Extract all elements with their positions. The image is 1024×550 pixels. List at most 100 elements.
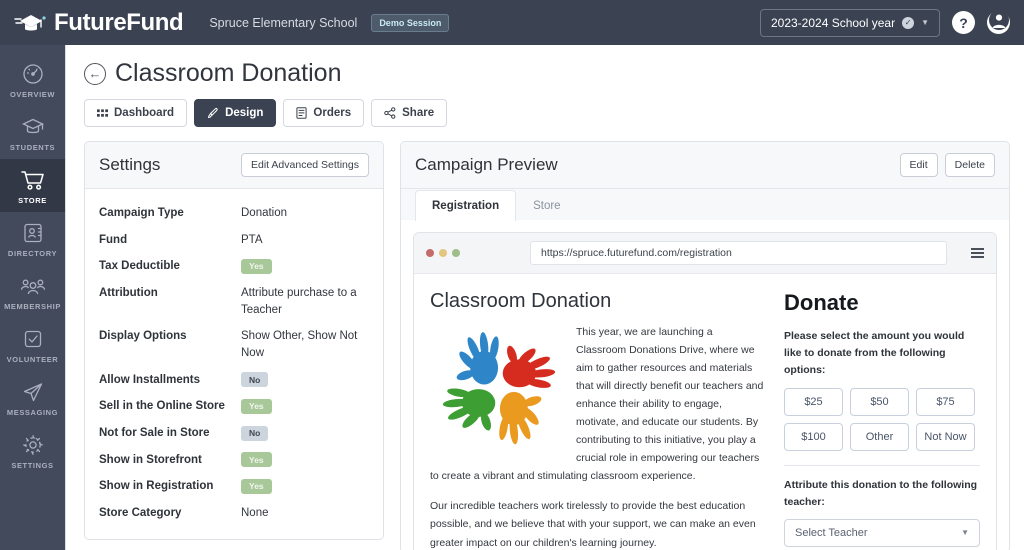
sidebar-item-settings[interactable]: SETTINGS <box>0 424 65 477</box>
close-dot-icon <box>426 249 434 257</box>
check-icon: ✓ <box>902 16 915 29</box>
browser-mockup: https://spruce.futurefund.com/registrati… <box>413 232 997 550</box>
setting-row: Not for Sale in Store No <box>99 420 369 447</box>
chevron-down-icon: ▼ <box>961 528 969 538</box>
setting-label: Display Options <box>99 330 187 343</box>
sidebar-item-students[interactable]: STUDENTS <box>0 106 65 159</box>
list-icon <box>296 107 308 119</box>
amount-option-other[interactable]: Other <box>850 423 909 452</box>
setting-row: Campaign Type Donation <box>99 200 369 227</box>
tab-dashboard[interactable]: Dashboard <box>84 99 188 127</box>
school-name: Spruce Elementary School <box>209 15 358 30</box>
setting-label: Not for Sale in Store <box>99 427 210 440</box>
page-title: Classroom Donation <box>115 59 342 87</box>
sidebar-item-messaging[interactable]: MESSAGING <box>0 371 65 424</box>
settings-title: Settings <box>99 155 161 174</box>
arrow-left-circle-icon[interactable]: ← <box>84 62 106 85</box>
campaign-title: Classroom Donation <box>430 290 612 312</box>
tab-label: Dashboard <box>114 107 175 119</box>
share-icon <box>384 107 396 119</box>
campaign-paragraph-2: Our incredible teachers work tirelessly … <box>430 500 756 549</box>
tab-label: Orders <box>313 107 352 119</box>
maximize-dot-icon <box>452 249 460 257</box>
donation-amount-options: $25 $50 $75 $100 Other Not Now <box>784 388 980 452</box>
help-button[interactable]: ? <box>952 11 975 34</box>
app-root: FutureFund Spruce Elementary School Demo… <box>0 0 1024 550</box>
sidebar-item-overview[interactable]: OVERVIEW <box>0 53 65 106</box>
chevron-down-icon: ▼ <box>921 18 929 27</box>
setting-value: Show Other, Show Not Now <box>241 330 358 360</box>
edit-button[interactable]: Edit <box>899 153 938 177</box>
setting-row: Attribution Attribute purchase to a Teac… <box>99 280 369 323</box>
paper-plane-icon <box>21 380 45 404</box>
status-badge: Yes <box>241 478 272 495</box>
amount-option-not-now[interactable]: Not Now <box>916 423 975 452</box>
setting-row: Display Options Show Other, Show Not Now <box>99 323 369 366</box>
sidebar-item-membership[interactable]: MEMBERSHIP <box>0 265 65 318</box>
speedometer-icon <box>21 62 45 86</box>
sidebar-label: OVERVIEW <box>9 90 56 99</box>
content-columns: Settings Edit Advanced Settings Campaign… <box>66 127 1024 550</box>
sidebar-item-directory[interactable]: DIRECTORY <box>0 212 65 265</box>
tab-orders[interactable]: Orders <box>283 99 365 127</box>
sidebar-label: STORE <box>18 196 47 205</box>
sidebar-label: SETTINGS <box>11 461 54 470</box>
sidebar-item-store[interactable]: STORE <box>0 159 65 212</box>
setting-row: Show in Registration Yes <box>99 473 369 500</box>
left-column: Settings Edit Advanced Settings Campaign… <box>84 141 384 550</box>
left-sidebar: OVERVIEW STUDENTS STORE DIRECTORY MEMBER… <box>0 45 66 550</box>
tab-store[interactable]: Store <box>516 190 578 221</box>
campaign-preview-card: Campaign Preview Edit Delete Registratio… <box>400 141 1010 550</box>
graduation-cap-icon <box>21 115 45 139</box>
setting-row: Show in Storefront Yes <box>99 447 369 474</box>
contact-card-icon <box>21 221 45 245</box>
user-avatar-icon <box>988 10 1009 35</box>
preview-layout: Classroom Donation This year, we are lau… <box>430 290 980 550</box>
edit-advanced-settings-button[interactable]: Edit Advanced Settings <box>241 153 369 177</box>
setting-value: None <box>241 507 269 520</box>
setting-label: Tax Deductible <box>99 260 180 273</box>
preview-tabs: Registration Store <box>401 189 1009 221</box>
setting-value: Attribute purchase to a Teacher <box>241 287 357 316</box>
page-title-row: ← Classroom Donation <box>84 59 1006 88</box>
brand-logo-group[interactable]: FutureFund <box>14 10 184 36</box>
campaign-body: This year, we are launching a Classroom … <box>430 323 764 550</box>
donate-panel: Donate Please select the amount you woul… <box>784 290 980 550</box>
status-badge: No <box>241 372 269 388</box>
tab-registration[interactable]: Registration <box>415 190 517 221</box>
setting-label: Fund <box>99 233 128 246</box>
preview-card-header: Campaign Preview Edit Delete <box>401 142 1009 189</box>
status-badge: Yes <box>241 398 272 415</box>
status-badge: No <box>241 425 269 441</box>
paintbrush-icon <box>207 107 219 119</box>
question-mark-icon: ? <box>959 14 968 31</box>
status-badge: Yes <box>241 452 272 468</box>
tab-label: Share <box>402 107 435 119</box>
tab-share[interactable]: Share <box>371 99 448 127</box>
settings-card: Settings Edit Advanced Settings Campaign… <box>84 141 384 540</box>
amount-option-50[interactable]: $50 <box>850 388 909 417</box>
delete-button[interactable]: Delete <box>944 153 995 177</box>
setting-row: Store Category None <box>99 500 369 527</box>
setting-label: Store Category <box>99 507 182 520</box>
sidebar-item-volunteer[interactable]: VOLUNTEER <box>0 318 65 371</box>
setting-label: Attribution <box>99 287 158 300</box>
amount-option-25[interactable]: $25 <box>784 388 843 417</box>
teacher-select[interactable]: Select Teacher ▼ <box>784 518 980 547</box>
page-header: ← Classroom Donation Dashboard Design Or… <box>66 45 1024 127</box>
right-column: Campaign Preview Edit Delete Registratio… <box>400 141 1010 550</box>
url-input[interactable]: https://spruce.futurefund.com/registrati… <box>530 241 947 265</box>
hamburger-menu-icon[interactable] <box>971 248 984 258</box>
user-avatar-button[interactable] <box>987 10 1010 35</box>
donate-description: Please select the amount you would like … <box>784 330 965 376</box>
teacher-attribution-label: Attribute this donation to the following… <box>784 479 978 509</box>
sidebar-label: MEMBERSHIP <box>4 302 61 311</box>
grid-icon <box>97 108 108 119</box>
school-year-selector[interactable]: 2023-2024 School year ✓ ▼ <box>759 8 940 37</box>
setting-label: Allow Installments <box>99 373 200 386</box>
page-tab-buttons: Dashboard Design Orders Share <box>84 99 1006 127</box>
amount-option-100[interactable]: $100 <box>784 423 843 452</box>
setting-value: PTA <box>241 233 263 246</box>
amount-option-75[interactable]: $75 <box>916 388 975 417</box>
tab-design[interactable]: Design <box>194 99 277 127</box>
